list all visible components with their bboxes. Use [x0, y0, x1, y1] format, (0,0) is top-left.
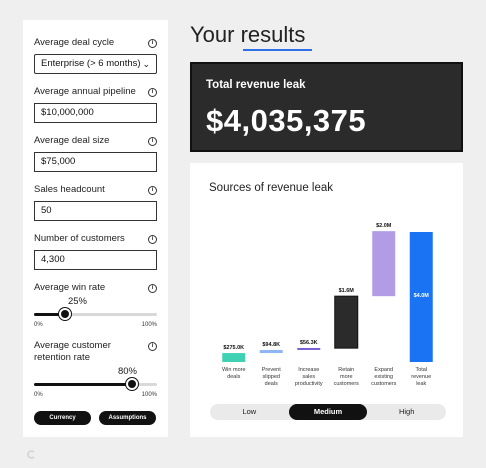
headcount-label: Sales headcount: [34, 184, 105, 195]
retention-label: Average customer retention rate: [34, 340, 111, 363]
customers-label: Number of customers: [34, 233, 125, 244]
headcount-input[interactable]: 50: [34, 201, 157, 221]
headcount-field: Sales headcount i 50: [34, 184, 157, 221]
customers-input[interactable]: 4,300: [34, 250, 157, 270]
win-rate-value: 25%: [67, 296, 87, 307]
retention-min: 0%: [34, 392, 43, 398]
assumptions-button[interactable]: Assumptions: [99, 411, 156, 425]
toggle-option-low[interactable]: Low: [210, 404, 289, 420]
chart-category-label-5: Total revenue leak: [411, 367, 431, 387]
win-rate-max: 100%: [141, 322, 157, 328]
chart-category-label-0: Win more deals: [222, 367, 246, 380]
scenario-toggle[interactable]: Low Medium High: [210, 404, 446, 420]
chart-bar-3: [334, 295, 359, 349]
pipeline-field: Average annual pipeline i $10,000,000: [34, 86, 157, 123]
toggle-option-medium[interactable]: Medium: [288, 404, 368, 420]
info-icon[interactable]: i: [148, 87, 157, 97]
win-rate-min: 0%: [34, 322, 43, 328]
total-leak-label: Total revenue leak: [206, 79, 306, 91]
info-icon[interactable]: i: [148, 342, 157, 351]
deal-cycle-label: Average deal cycle: [34, 37, 115, 48]
chart-category-label-1: Prevent slipped deals: [262, 367, 281, 387]
pipeline-input[interactable]: $10,000,000: [34, 103, 157, 123]
win-rate-label: Average win rate: [34, 282, 106, 293]
deal-cycle-field: Average deal cycle i Enterprise (> 6 mon…: [34, 37, 157, 74]
chart-bar-4: [372, 231, 396, 297]
win-rate-field: Average win rate i 25% 0% 100%: [34, 282, 157, 328]
retention-field: Average customer retention rate i 80% 0%…: [34, 340, 157, 398]
deal-cycle-select[interactable]: Enterprise (> 6 months) ⌄: [34, 54, 157, 74]
retention-slider[interactable]: [34, 378, 157, 390]
results-title: Your results: [190, 22, 305, 48]
total-leak-value: $4,035,375: [206, 103, 367, 138]
win-rate-thumb[interactable]: [58, 308, 71, 320]
info-icon[interactable]: i: [148, 136, 157, 146]
chart-value-label-5: $4.0M: [414, 293, 430, 299]
chart-category-label-4: Expand existing customers: [371, 367, 397, 387]
retention-thumb[interactable]: [126, 378, 139, 390]
info-icon[interactable]: i: [148, 38, 157, 48]
chart-value-label-1: $94.8K: [262, 342, 280, 348]
results-title-highlight: results: [240, 22, 306, 47]
retention-fill: [34, 383, 133, 386]
retention-value: 80%: [117, 366, 137, 377]
revenue-leak-chart: $275.0K Win more deals $94.8K Prevent slipped…: [222, 223, 433, 387]
info-icon[interactable]: i: [148, 234, 157, 244]
deal-cycle-value: Enterprise (> 6 months): [41, 58, 141, 69]
chart-value-label-2: $56.3K: [300, 340, 318, 346]
chart-category-label-2: Increase sales productivity: [295, 367, 323, 387]
chart-category-label-3: Retain more customers: [334, 367, 360, 387]
deal-size-input[interactable]: $75,000: [34, 152, 157, 172]
chart-bar-0: [222, 353, 246, 362]
chart-bar-2: [297, 347, 321, 350]
info-icon[interactable]: i: [148, 283, 157, 293]
retention-max: 100%: [141, 392, 157, 398]
info-icon[interactable]: i: [148, 185, 157, 195]
results-underline: [243, 49, 312, 51]
chart-bar-1: [259, 349, 283, 354]
results-title-prefix: Your: [190, 22, 241, 47]
toggle-option-high[interactable]: High: [367, 404, 446, 420]
deal-size-field: Average deal size i $75,000: [34, 135, 157, 172]
deal-size-label: Average deal size: [34, 135, 110, 146]
currency-button[interactable]: Currency: [34, 411, 91, 425]
revenue-leak-chart-card: Sources of revenue leak $275.0K Win more d…: [190, 163, 463, 437]
chevron-down-icon: ⌄: [142, 59, 150, 69]
inputs-panel: Average deal cycle i Enterprise (> 6 mon…: [23, 20, 168, 437]
total-leak-card: Total revenue leak $4,035,375: [190, 62, 463, 152]
customers-field: Number of customers i 4,300: [34, 233, 157, 270]
chart-value-label-0: $275.0K: [223, 345, 244, 351]
win-rate-slider[interactable]: [34, 308, 157, 320]
chart-value-label-4: $2.0M: [376, 223, 392, 229]
loading-spinner-icon: [27, 450, 36, 459]
pipeline-label: Average annual pipeline: [34, 86, 136, 97]
chart-value-label-3: $1.6M: [339, 288, 355, 294]
